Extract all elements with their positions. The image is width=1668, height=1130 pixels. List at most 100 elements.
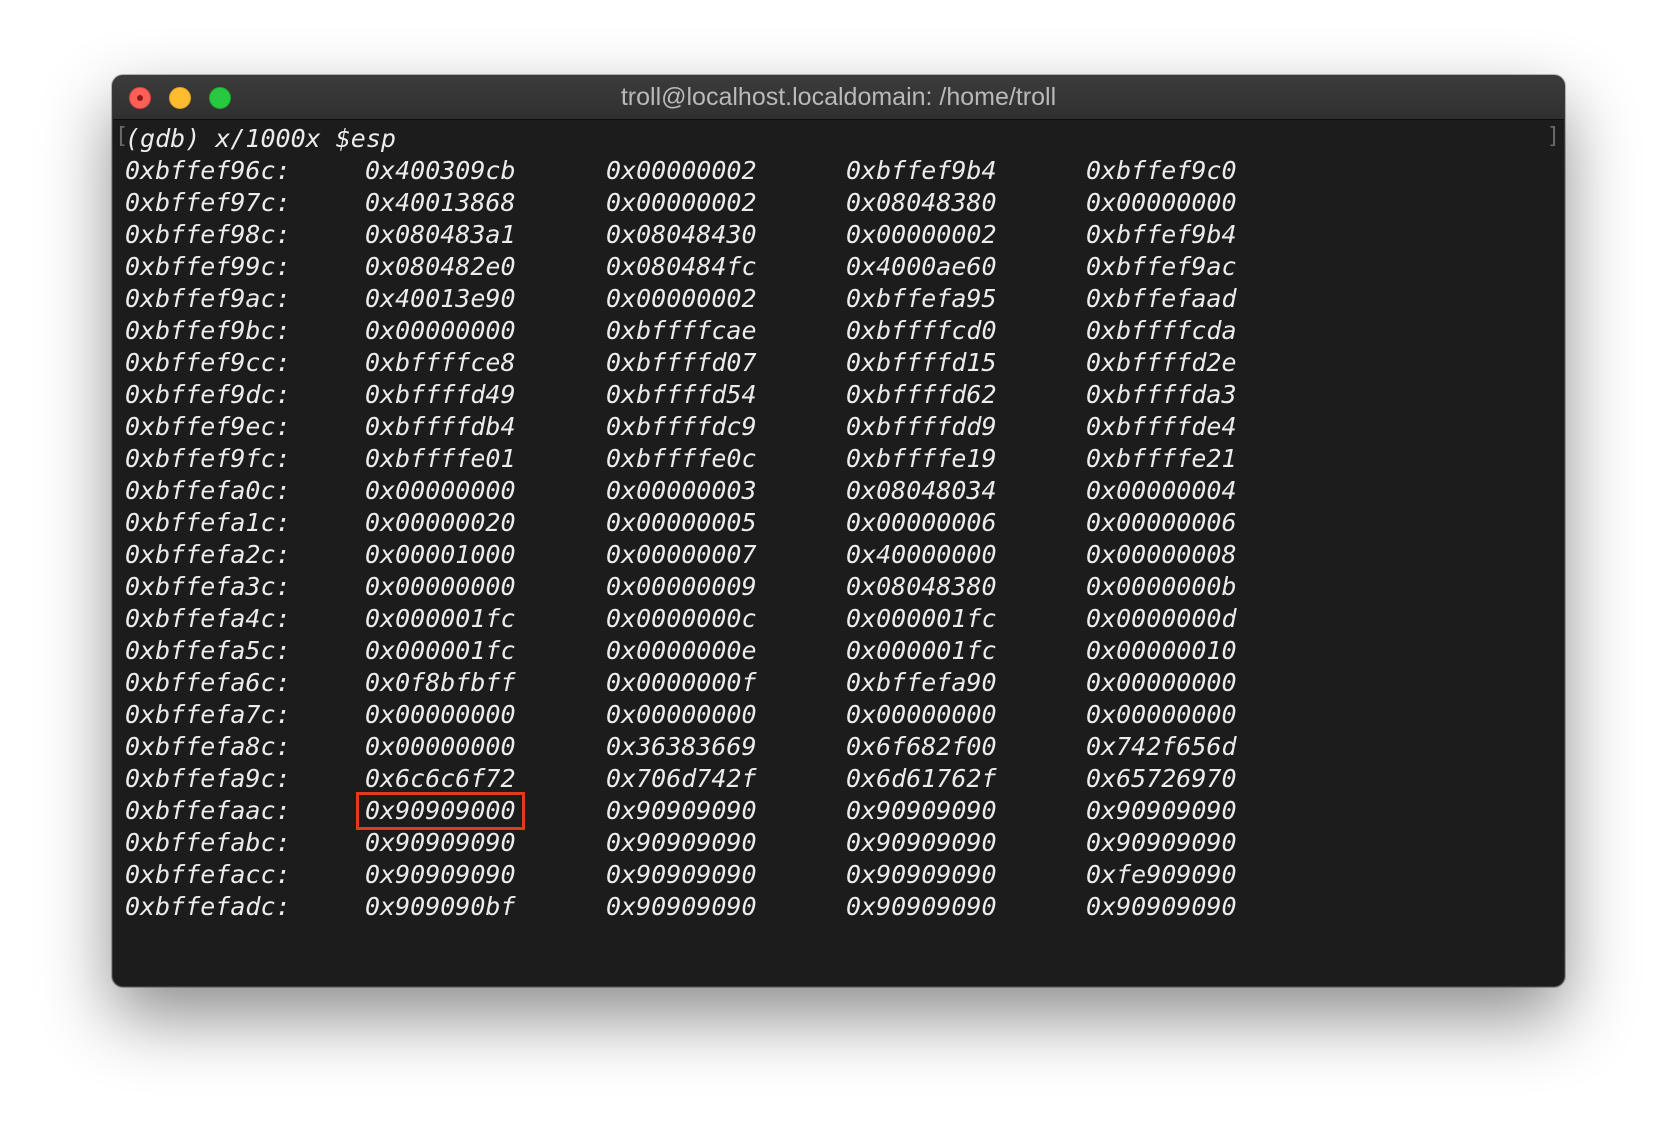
memory-word: 0x000001fc bbox=[365, 604, 516, 633]
memory-word: 0x40000000 bbox=[846, 540, 997, 569]
memory-word: 0x909090bf bbox=[365, 892, 516, 921]
memory-address: 0xbffefadc: bbox=[125, 892, 291, 921]
title-bar: troll@localhost.localdomain: /home/troll bbox=[113, 76, 1564, 120]
memory-word: 0x00000000 bbox=[365, 700, 516, 729]
memory-word: 0x0000000e bbox=[606, 636, 757, 665]
memory-address: 0xbffefa9c: bbox=[125, 764, 291, 793]
memory-word: 0x90909090 bbox=[1086, 828, 1237, 857]
memory-word: 0x90909090 bbox=[846, 860, 997, 889]
memory-word: 0x08048380 bbox=[846, 188, 997, 217]
memory-address: 0xbffefa3c: bbox=[125, 572, 291, 601]
memory-word: 0xbffffd54 bbox=[606, 380, 757, 409]
memory-word: 0x90909090 bbox=[1086, 796, 1237, 825]
memory-word: 0x080482e0 bbox=[365, 252, 516, 281]
memory-word: 0xfe909090 bbox=[1086, 860, 1237, 889]
memory-word: 0x00000002 bbox=[606, 284, 757, 313]
memory-word: 0xbffefa95 bbox=[846, 284, 997, 313]
memory-word: 0x00000004 bbox=[1086, 476, 1237, 505]
memory-word: 0x00000009 bbox=[606, 572, 757, 601]
memory-address: 0xbffef96c: bbox=[125, 156, 291, 185]
memory-word: 0xbffffda3 bbox=[1086, 380, 1237, 409]
memory-word: 0x90909090 bbox=[846, 828, 997, 857]
memory-word: 0x706d742f bbox=[606, 764, 757, 793]
memory-word: 0xbffefa90 bbox=[846, 668, 997, 697]
memory-word: 0xbffef9ac bbox=[1086, 252, 1237, 281]
memory-word: 0x00000000 bbox=[365, 316, 516, 345]
memory-word: 0xbffffe01 bbox=[365, 444, 516, 473]
memory-word: 0x742f656d bbox=[1086, 732, 1237, 761]
memory-word: 0x00000010 bbox=[1086, 636, 1237, 665]
memory-word: 0x00000003 bbox=[606, 476, 757, 505]
memory-word: 0x00000006 bbox=[846, 508, 997, 537]
memory-word: 0xbffffcae bbox=[606, 316, 757, 345]
memory-word: 0xbffffd07 bbox=[606, 348, 757, 377]
memory-address: 0xbffefa8c: bbox=[125, 732, 291, 761]
memory-word: 0xbffffd2e bbox=[1086, 348, 1237, 377]
memory-word: 0xbffffdd9 bbox=[846, 412, 997, 441]
memory-word: 0xbffffcd0 bbox=[846, 316, 997, 345]
memory-word: 0x4000ae60 bbox=[846, 252, 997, 281]
right-mark-bracket: ] bbox=[1546, 124, 1560, 149]
memory-word: 0x36383669 bbox=[606, 732, 757, 761]
memory-word: 0xbffef9b4 bbox=[1086, 220, 1237, 249]
memory-word: 0x00001000 bbox=[365, 540, 516, 569]
memory-word: 0x6f682f00 bbox=[846, 732, 997, 761]
memory-word: 0x00000000 bbox=[846, 700, 997, 729]
memory-word: 0x080483a1 bbox=[365, 220, 516, 249]
memory-address: 0xbffefa0c: bbox=[125, 476, 291, 505]
memory-word: 0xbffffe21 bbox=[1086, 444, 1237, 473]
memory-word: 0x00000005 bbox=[606, 508, 757, 537]
memory-word: 0xbffefaad bbox=[1086, 284, 1237, 313]
memory-word: 0xbffffdb4 bbox=[365, 412, 516, 441]
memory-address: 0xbffefacc: bbox=[125, 860, 291, 889]
memory-word: 0x00000000 bbox=[365, 732, 516, 761]
memory-word: 0x90909090 bbox=[365, 828, 516, 857]
memory-address: 0xbffef98c: bbox=[125, 220, 291, 249]
memory-word: 0xbffffcda bbox=[1086, 316, 1237, 345]
memory-word: 0x65726970 bbox=[1086, 764, 1237, 793]
memory-word: 0x08048380 bbox=[846, 572, 997, 601]
memory-word: 0x08048430 bbox=[606, 220, 757, 249]
memory-word: 0x40013e90 bbox=[365, 284, 516, 313]
memory-word: 0x0f8bfbff bbox=[365, 668, 516, 697]
memory-word: 0x00000000 bbox=[1086, 188, 1237, 217]
memory-word: 0x00000000 bbox=[365, 476, 516, 505]
memory-word: 0x00000002 bbox=[606, 156, 757, 185]
memory-word: 0x000001fc bbox=[846, 636, 997, 665]
memory-word: 0x6d61762f bbox=[846, 764, 997, 793]
memory-word: 0xbffffd49 bbox=[365, 380, 516, 409]
memory-address: 0xbffef9fc: bbox=[125, 444, 291, 473]
memory-address: 0xbffef9bc: bbox=[125, 316, 291, 345]
memory-word: 0x00000000 bbox=[365, 572, 516, 601]
memory-word: 0x00000020 bbox=[365, 508, 516, 537]
memory-word: 0x00000000 bbox=[606, 700, 757, 729]
memory-word: 0x00000008 bbox=[1086, 540, 1237, 569]
memory-address: 0xbffefa1c: bbox=[125, 508, 291, 537]
memory-address: 0xbffefa5c: bbox=[125, 636, 291, 665]
memory-word: 0x000001fc bbox=[846, 604, 997, 633]
memory-word: 0x90909090 bbox=[365, 860, 516, 889]
memory-word: 0xbffef9c0 bbox=[1086, 156, 1237, 185]
memory-address: 0xbffefaac: bbox=[125, 796, 291, 825]
memory-word: 0x0000000c bbox=[606, 604, 757, 633]
memory-word: 0x00000007 bbox=[606, 540, 757, 569]
memory-word: 0x90909090 bbox=[606, 828, 757, 857]
highlighted-memory-word: 0x90909000 bbox=[356, 792, 525, 830]
memory-word: 0x90909090 bbox=[846, 796, 997, 825]
memory-address: 0xbffefa6c: bbox=[125, 668, 291, 697]
memory-address: 0xbffef97c: bbox=[125, 188, 291, 217]
window-title: troll@localhost.localdomain: /home/troll bbox=[620, 83, 1057, 111]
memory-word: 0xbffffe19 bbox=[846, 444, 997, 473]
terminal-window: troll@localhost.localdomain: /home/troll… bbox=[112, 75, 1565, 987]
memory-word: 0x90909090 bbox=[606, 892, 757, 921]
memory-address: 0xbffef9dc: bbox=[125, 380, 291, 409]
memory-word: 0xbffffe0c bbox=[606, 444, 757, 473]
memory-word: 0xbffffdc9 bbox=[606, 412, 757, 441]
memory-word: 0x08048034 bbox=[846, 476, 997, 505]
memory-word: 0x080484fc bbox=[606, 252, 757, 281]
memory-word: 0x6c6c6f72 bbox=[365, 764, 516, 793]
terminal-output[interactable]: [ ] (gdb) x/1000x $esp 0xbffef96c: 0x4003… bbox=[113, 120, 1564, 986]
memory-word: 0x40013868 bbox=[365, 188, 516, 217]
gdb-command-line: (gdb) x/1000x $esp bbox=[125, 124, 396, 153]
memory-address: 0xbffef9ec: bbox=[125, 412, 291, 441]
